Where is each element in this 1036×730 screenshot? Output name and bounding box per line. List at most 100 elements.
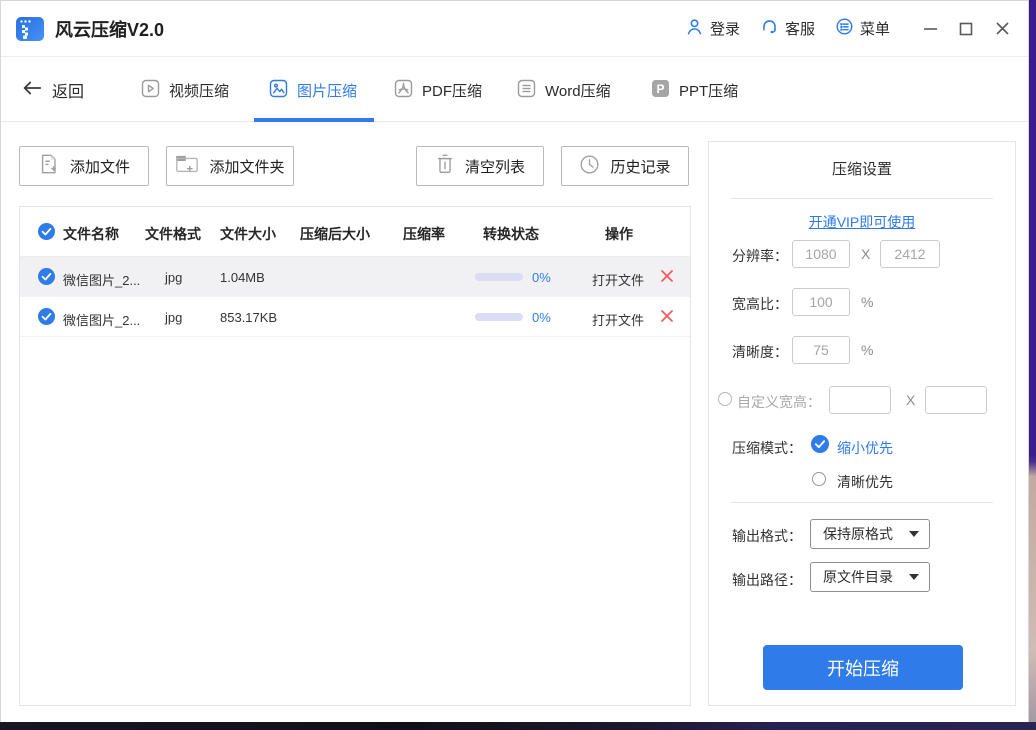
file-size: 1.04MB: [220, 270, 265, 285]
support-label: 客服: [785, 18, 815, 39]
resolution-label: 分辨率：: [732, 246, 788, 266]
add-file-button[interactable]: 添加文件: [19, 146, 149, 186]
app-logo-icon: [15, 14, 45, 44]
output-path-label: 输出路径：: [732, 570, 802, 590]
col-header-action: 操作: [605, 224, 633, 244]
login-label: 登录: [710, 18, 740, 39]
vip-link[interactable]: 开通VIP即可使用: [709, 212, 1015, 232]
tab-label: PDF压缩: [422, 80, 482, 101]
support-button[interactable]: 客服: [760, 17, 815, 40]
clarity-label: 清晰度：: [732, 342, 788, 362]
window-controls: [918, 17, 1014, 41]
file-format: jpg: [165, 270, 182, 285]
table-header: 文件名称 文件格式 文件大小 压缩后大小 压缩率 转换状态 操作: [20, 207, 690, 257]
desktop-background-stripe: [1029, 0, 1036, 722]
mode-clarity-radio[interactable]: [812, 472, 826, 486]
back-button[interactable]: 返回: [21, 78, 84, 102]
clarity-unit: %: [861, 342, 873, 358]
clear-list-button[interactable]: 清空列表: [416, 146, 544, 186]
settings-title: 压缩设置: [709, 158, 1015, 179]
mode-label: 压缩模式：: [732, 438, 802, 458]
row-checkbox[interactable]: [38, 308, 55, 325]
minimize-button[interactable]: [918, 17, 942, 41]
custom-width-input[interactable]: [829, 386, 891, 414]
tab-word-compress[interactable]: Word压缩: [517, 79, 611, 102]
aspect-ratio-input[interactable]: [792, 288, 850, 316]
resolution-width-input[interactable]: [792, 240, 850, 268]
col-header-format: 文件格式: [145, 224, 201, 244]
custom-size-label: 自定义宽高：: [737, 392, 821, 412]
svg-text:P: P: [656, 82, 664, 96]
menu-button[interactable]: 菜单: [835, 17, 890, 40]
user-icon: [685, 17, 704, 40]
add-file-label: 添加文件: [70, 156, 130, 177]
open-file-link[interactable]: 打开文件: [592, 270, 644, 289]
remove-file-icon[interactable]: [660, 269, 674, 283]
pdf-tab-icon: [394, 79, 413, 102]
clarity-input[interactable]: [792, 336, 850, 364]
row-checkbox[interactable]: [38, 268, 55, 285]
custom-x-separator: X: [906, 392, 915, 408]
resolution-height-input[interactable]: [880, 240, 940, 268]
mode-shrink-radio[interactable]: [811, 435, 829, 453]
tab-pdf-compress[interactable]: PDF压缩: [394, 79, 482, 102]
file-name: 微信图片_2...: [63, 310, 145, 329]
clock-icon: [579, 154, 600, 179]
custom-height-input[interactable]: [925, 386, 987, 414]
tab-image-compress[interactable]: 图片压缩: [269, 79, 357, 102]
col-header-ratio: 压缩率: [403, 224, 445, 244]
mode-clarity-label[interactable]: 清晰优先: [837, 472, 893, 492]
compression-settings-panel: 压缩设置 开通VIP即可使用 分辨率： X 宽高比： % 清晰度： % 自定义宽…: [708, 141, 1016, 706]
output-path-select[interactable]: 原文件目录: [810, 562, 930, 592]
add-folder-icon: [175, 153, 199, 179]
tab-label: 视频压缩: [169, 80, 229, 101]
close-button[interactable]: [990, 17, 1014, 41]
aspect-unit: %: [861, 294, 873, 310]
remove-file-icon[interactable]: [660, 309, 674, 323]
add-file-icon: [38, 153, 60, 179]
file-size: 853.17KB: [220, 310, 277, 325]
add-folder-button[interactable]: 添加文件夹: [166, 146, 294, 186]
file-name: 微信图片_2...: [63, 270, 145, 289]
headset-icon: [760, 17, 779, 40]
back-label: 返回: [52, 78, 84, 102]
tab-video-compress[interactable]: 视频压缩: [141, 79, 229, 102]
login-button[interactable]: 登录: [685, 17, 740, 40]
screen: 风云压缩V2.0 登录: [0, 0, 1036, 730]
app-title: 风云压缩V2.0: [55, 16, 164, 42]
chevron-down-icon: [909, 574, 919, 580]
table-row[interactable]: 微信图片_2... jpg 1.04MB 0% 打开文件: [20, 257, 690, 297]
start-compress-button[interactable]: 开始压缩: [763, 645, 963, 690]
divider: [731, 198, 993, 199]
open-file-link[interactable]: 打开文件: [592, 310, 644, 329]
tab-label: 图片压缩: [297, 80, 357, 101]
select-all-checkbox[interactable]: [38, 223, 55, 240]
file-format: jpg: [165, 310, 182, 325]
chevron-down-icon: [909, 531, 919, 537]
menu-icon: [835, 17, 854, 40]
add-folder-label: 添加文件夹: [209, 156, 284, 177]
tabbar: 返回 视频压缩 图: [1, 58, 1028, 122]
progress-bar: [475, 273, 523, 281]
table-row[interactable]: 微信图片_2... jpg 853.17KB 0% 打开文件: [20, 297, 690, 337]
col-header-compressed: 压缩后大小: [300, 224, 370, 244]
app-window: 风云压缩V2.0 登录: [0, 0, 1029, 722]
divider: [731, 502, 993, 503]
mode-shrink-label[interactable]: 缩小优先: [837, 438, 893, 458]
word-tab-icon: [517, 79, 536, 102]
col-header-name: 文件名称: [63, 224, 119, 244]
progress-percent: 0%: [532, 270, 551, 285]
output-format-select[interactable]: 保持原格式: [810, 519, 930, 549]
col-header-size: 文件大小: [220, 224, 276, 244]
menu-label: 菜单: [860, 18, 890, 39]
custom-size-radio[interactable]: [718, 392, 732, 406]
back-arrow-icon: [21, 79, 43, 102]
output-format-value: 保持原格式: [823, 524, 893, 544]
tab-ppt-compress[interactable]: P PPT压缩: [651, 79, 738, 102]
col-header-status: 转换状态: [483, 224, 539, 244]
tab-label: Word压缩: [545, 80, 611, 101]
maximize-button[interactable]: [954, 17, 978, 41]
history-button[interactable]: 历史记录: [561, 146, 689, 186]
output-path-value: 原文件目录: [823, 567, 893, 587]
ppt-tab-icon: P: [651, 79, 670, 102]
